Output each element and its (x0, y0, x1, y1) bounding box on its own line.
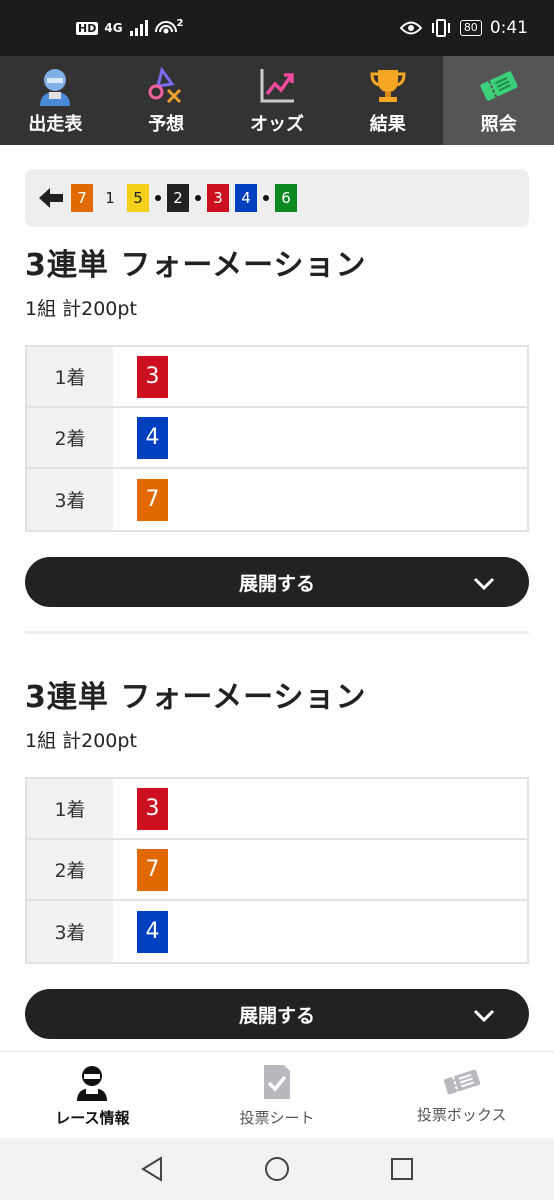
table-row: 3着 4 (27, 901, 527, 962)
formation-table: 1着 3 2着 7 3着 4 (25, 777, 529, 964)
tab-label: 照会 (480, 113, 517, 135)
summary-chip: 7 (71, 184, 93, 212)
summary-chip: 1 (99, 184, 121, 212)
hd-indicator: HD (76, 21, 99, 35)
separator-dot (155, 195, 161, 201)
tab-results[interactable]: 結果 (332, 56, 443, 145)
place-cell: 3 (113, 779, 527, 838)
place-cell: 7 (113, 840, 527, 899)
back-arrow-icon[interactable] (37, 184, 65, 212)
jockey-icon (77, 1065, 108, 1101)
network-indicator: 4G (104, 21, 123, 35)
bottom-tab-bar: レース情報 投票シート 投票ボックス (0, 1051, 554, 1138)
top-nav: 出走表 予想 オッズ 結果 照会 (0, 56, 554, 145)
tab-entry-table[interactable]: 出走表 (0, 56, 111, 145)
trophy-icon (368, 66, 408, 106)
tab-label: 結果 (369, 113, 406, 135)
table-row: 1着 3 (27, 779, 527, 840)
status-bar: HD 4G 2 80 0:41 (0, 0, 554, 56)
tab-vote-sheet[interactable]: 投票シート (185, 1052, 370, 1138)
number-chip: 4 (137, 910, 168, 953)
chevron-down-icon (473, 1009, 495, 1023)
place-cell: 4 (113, 901, 527, 962)
bet-summary-bar: 7 1 5 2 3 4 6 (25, 169, 529, 227)
place-label: 2着 (27, 408, 113, 467)
expand-label: 展開する (238, 1004, 315, 1027)
vibrate-icon (431, 19, 450, 37)
tab-race-info[interactable]: レース情報 (0, 1052, 185, 1138)
bet-section: 3連単 フォーメーション 1組 計200pt 1着 3 2着 7 3着 4 展開… (25, 672, 529, 1039)
bet-points: 1組 計200pt (25, 298, 137, 320)
clock: 0:41 (489, 18, 528, 38)
expand-label: 展開する (238, 572, 315, 595)
system-nav-bar (0, 1138, 554, 1200)
shapes-icon (146, 65, 186, 106)
expand-button[interactable]: 展開する (25, 557, 529, 607)
place-cell: 3 (113, 347, 527, 406)
back-triangle-icon[interactable] (139, 1155, 165, 1183)
tab-label: 投票シート (239, 1108, 315, 1127)
summary-chip: 6 (275, 184, 297, 212)
place-label: 1着 (27, 779, 113, 838)
tab-label: レース情報 (55, 1108, 130, 1127)
tab-odds[interactable]: オッズ (222, 56, 333, 145)
separator-dot (263, 195, 269, 201)
signal-icon (129, 20, 148, 36)
eye-icon (399, 21, 422, 35)
chevron-down-icon (473, 577, 495, 591)
status-right: 80 0:41 (399, 18, 528, 38)
place-label: 3着 (27, 469, 113, 530)
table-row: 3着 7 (27, 469, 527, 530)
number-chip: 3 (137, 787, 168, 830)
home-circle-icon[interactable] (263, 1155, 291, 1183)
number-chip: 7 (137, 848, 168, 891)
place-cell: 4 (113, 408, 527, 467)
trend-chart-icon (257, 66, 297, 106)
summary-chip: 3 (207, 184, 229, 212)
place-label: 2着 (27, 840, 113, 899)
place-label: 1着 (27, 347, 113, 406)
bet-section: 3連単 フォーメーション 1組 計200pt 1着 3 2着 4 3着 7 展開… (25, 240, 529, 607)
expand-button[interactable]: 展開する (25, 989, 529, 1039)
tab-vote-box[interactable]: 投票ボックス (369, 1052, 554, 1138)
recents-square-icon[interactable] (389, 1156, 415, 1182)
tab-label: オッズ (249, 113, 304, 135)
table-row: 1着 3 (27, 347, 527, 408)
hotspot-count: 2 (176, 17, 184, 29)
table-row: 2着 7 (27, 840, 527, 901)
bet-type-title: 3連単 フォーメーション (25, 248, 367, 283)
tab-label: 予想 (148, 113, 185, 135)
summary-chip: 2 (167, 184, 189, 212)
separator-dot (195, 195, 201, 201)
summary-chip: 4 (235, 184, 257, 212)
tab-prediction[interactable]: 予想 (111, 56, 222, 145)
number-chip: 7 (137, 478, 168, 521)
status-left: HD 4G 2 (76, 17, 184, 37)
formation-table: 1着 3 2着 4 3着 7 (25, 345, 529, 532)
bet-type-title: 3連単 フォーメーション (25, 680, 367, 715)
number-chip: 3 (137, 355, 168, 398)
jockey-icon (35, 66, 75, 106)
battery-indicator: 80 (459, 20, 482, 36)
summary-chip: 5 (127, 184, 149, 212)
check-sheet-icon (264, 1064, 290, 1099)
tab-inquiry[interactable]: 照会 (443, 56, 554, 145)
tab-label: 出走表 (28, 113, 83, 135)
place-cell: 7 (113, 469, 527, 530)
tab-label: 投票ボックス (416, 1105, 507, 1124)
table-row: 2着 4 (27, 408, 527, 469)
section-divider (25, 631, 529, 634)
ticket-icon (443, 1069, 480, 1094)
hotspot-icon (154, 21, 177, 34)
number-chip: 4 (137, 416, 168, 459)
ticket-icon (479, 66, 519, 106)
bet-points: 1組 計200pt (25, 730, 137, 752)
place-label: 3着 (27, 901, 113, 962)
